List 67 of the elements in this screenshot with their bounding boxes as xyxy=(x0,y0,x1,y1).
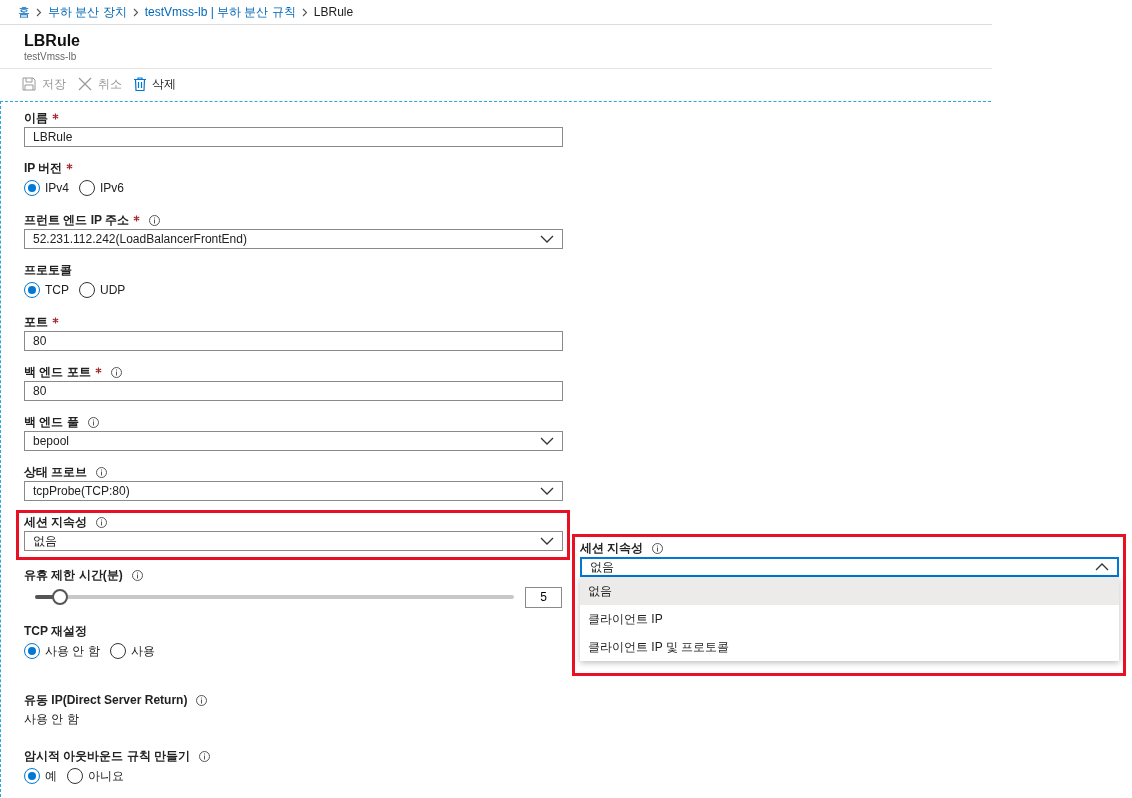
text-field[interactable]: 80 xyxy=(24,331,563,351)
radio-option[interactable]: TCP xyxy=(24,282,69,298)
field-label: 세션 지속성 xyxy=(580,539,644,557)
text-field[interactable]: 80 xyxy=(24,381,563,401)
chevron-right-icon xyxy=(132,7,139,17)
radio-option[interactable]: IPv6 xyxy=(79,180,125,196)
radio-option[interactable]: 사용 xyxy=(109,642,155,660)
required-asterisk-icon xyxy=(94,366,102,374)
field-label: 유휴 제한 시간(분) xyxy=(24,566,123,584)
field-value: 사용 안 함 xyxy=(24,711,80,728)
info-icon[interactable] xyxy=(149,214,161,226)
field-label: 백 엔드 포트 xyxy=(24,363,91,381)
chevron-down-icon xyxy=(540,487,554,495)
required-asterisk-icon xyxy=(52,112,59,120)
field-label: TCP 재설정 xyxy=(24,622,88,640)
chevron-down-icon xyxy=(540,235,554,243)
field-label: 암시적 아웃바운드 규칙 만들기 xyxy=(24,747,190,765)
info-icon[interactable] xyxy=(652,542,664,554)
breadcrumb-link[interactable]: testVmss-lb | 부하 분산 규칙 xyxy=(144,3,296,21)
close-icon xyxy=(78,77,92,91)
chevron-up-icon xyxy=(1095,563,1109,571)
required-asterisk-icon xyxy=(133,214,141,222)
dropdown-field[interactable]: 없음 xyxy=(580,557,1119,577)
dropdown-field[interactable]: 없음 xyxy=(24,531,563,551)
trash-icon xyxy=(134,77,146,91)
breadcrumb-link[interactable]: 홈 xyxy=(18,3,30,21)
field-label: 유동 IP(Direct Server Return) xyxy=(24,691,188,709)
breadcrumb-current: LBRule xyxy=(313,5,354,19)
dropdown-field[interactable]: tcpProbe(TCP:80) xyxy=(24,481,563,501)
dropdown-option[interactable]: 클라이언트 IP xyxy=(580,605,1119,633)
dropdown-field[interactable]: 52.231.112.242(LoadBalancerFrontEnd) xyxy=(24,229,563,249)
info-icon[interactable] xyxy=(199,750,210,762)
chevron-right-icon xyxy=(301,7,308,17)
radio-option[interactable]: 예 xyxy=(24,767,57,785)
dropdown-option[interactable]: 없음 xyxy=(580,577,1119,605)
field-label: IP 버전 xyxy=(24,159,63,177)
field-label: 백 엔드 풀 xyxy=(24,413,79,431)
info-icon[interactable] xyxy=(96,466,108,478)
field-label: 프런트 엔드 IP 주소 xyxy=(24,211,130,229)
info-icon[interactable] xyxy=(87,416,99,428)
dropdown-option[interactable]: 클라이언트 IP 및 프로토콜 xyxy=(580,633,1119,661)
slider-thumb[interactable] xyxy=(52,589,69,605)
toolbar-button[interactable]: 삭제 xyxy=(134,75,176,93)
page-title: LBRule xyxy=(24,31,81,51)
number-field[interactable]: 5 xyxy=(525,586,562,608)
breadcrumb-link[interactable]: 부하 분산 장치 xyxy=(48,3,127,21)
info-icon[interactable] xyxy=(96,516,108,528)
field-label: 상태 프로브 xyxy=(24,463,88,481)
info-icon[interactable] xyxy=(196,694,208,706)
chevron-down-icon xyxy=(540,537,554,545)
field-label: 세션 지속성 xyxy=(24,513,88,531)
text-field[interactable]: LBRule xyxy=(24,127,563,147)
field-label: 프로토콜 xyxy=(24,261,72,279)
radio-option[interactable]: 사용 안 함 xyxy=(24,642,100,660)
radio-option[interactable]: UDP xyxy=(79,282,126,298)
chevron-right-icon xyxy=(36,7,42,17)
info-icon[interactable] xyxy=(131,569,143,581)
required-asterisk-icon xyxy=(52,316,59,324)
field-label: 포트 xyxy=(24,313,48,331)
chevron-down-icon xyxy=(540,437,554,445)
page-subtitle: testVmss-lb xyxy=(24,51,78,62)
radio-option[interactable]: IPv4 xyxy=(24,180,69,196)
field-label: 이름 xyxy=(24,109,48,127)
info-icon[interactable] xyxy=(110,366,122,378)
required-asterisk-icon xyxy=(66,162,74,170)
dropdown-field[interactable]: bepool xyxy=(24,431,563,451)
radio-option[interactable]: 아니요 xyxy=(67,767,124,785)
